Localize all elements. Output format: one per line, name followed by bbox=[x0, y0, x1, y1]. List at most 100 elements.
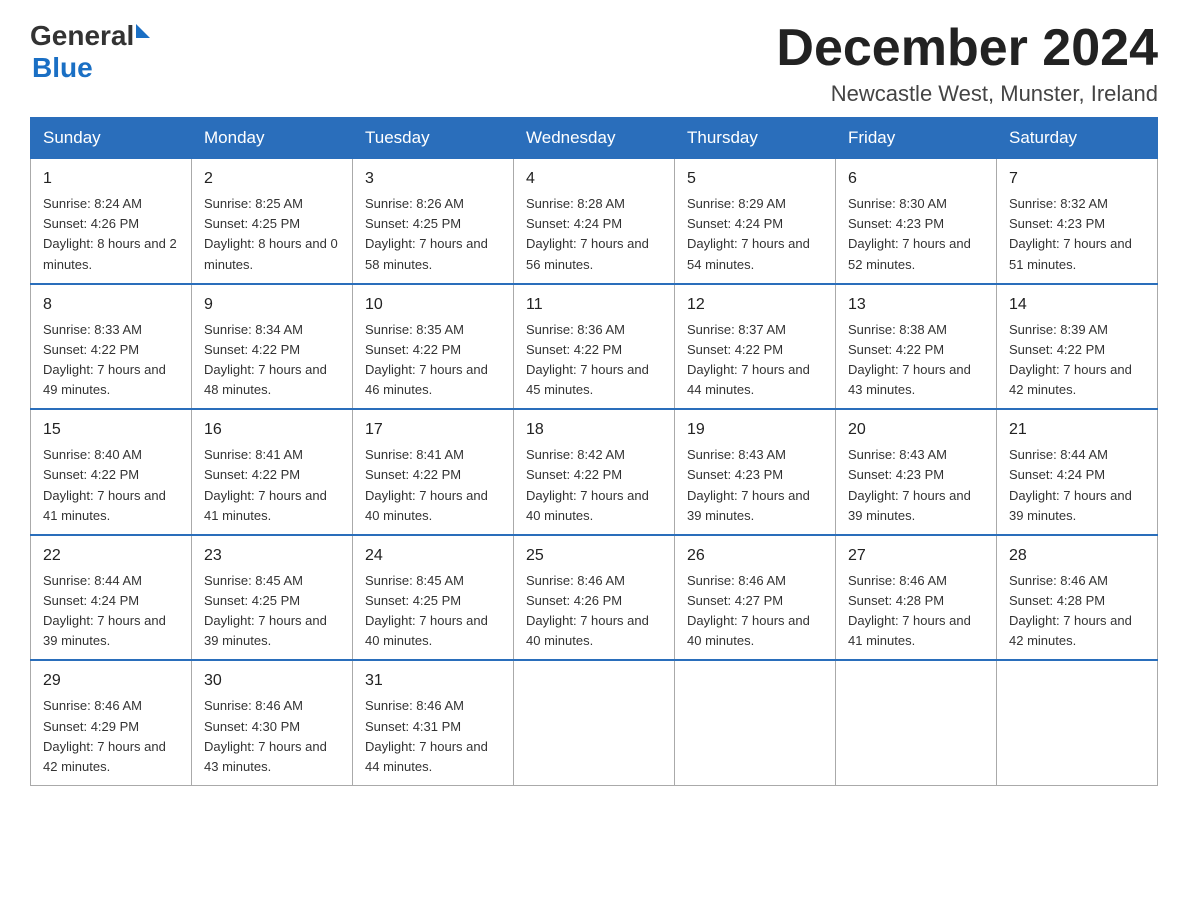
day-info: Sunrise: 8:29 AMSunset: 4:24 PMDaylight:… bbox=[687, 194, 823, 275]
month-title: December 2024 bbox=[776, 20, 1158, 77]
day-number: 1 bbox=[43, 167, 179, 191]
day-info: Sunrise: 8:40 AMSunset: 4:22 PMDaylight:… bbox=[43, 445, 179, 526]
day-number: 18 bbox=[526, 418, 662, 442]
day-info: Sunrise: 8:45 AMSunset: 4:25 PMDaylight:… bbox=[365, 571, 501, 652]
logo: General Blue bbox=[30, 20, 150, 84]
day-number: 8 bbox=[43, 293, 179, 317]
header-friday: Friday bbox=[836, 118, 997, 159]
day-info: Sunrise: 8:45 AMSunset: 4:25 PMDaylight:… bbox=[204, 571, 340, 652]
calendar-table: Sunday Monday Tuesday Wednesday Thursday… bbox=[30, 117, 1158, 786]
day-number: 21 bbox=[1009, 418, 1145, 442]
header-thursday: Thursday bbox=[675, 118, 836, 159]
table-row: 17Sunrise: 8:41 AMSunset: 4:22 PMDayligh… bbox=[353, 409, 514, 535]
table-row bbox=[514, 660, 675, 785]
page-header: General Blue December 2024 Newcastle Wes… bbox=[30, 20, 1158, 107]
day-info: Sunrise: 8:43 AMSunset: 4:23 PMDaylight:… bbox=[687, 445, 823, 526]
day-number: 22 bbox=[43, 544, 179, 568]
table-row: 3 Sunrise: 8:26 AMSunset: 4:25 PMDaylight… bbox=[353, 159, 514, 284]
table-row: 2Sunrise: 8:25 AMSunset: 4:25 PMDaylight… bbox=[192, 159, 353, 284]
header-sunday: Sunday bbox=[31, 118, 192, 159]
table-row: 21 Sunrise: 8:44 AMSunset: 4:24 PMDayligh… bbox=[997, 409, 1158, 535]
day-info: Sunrise: 8:33 AMSunset: 4:22 PMDaylight:… bbox=[43, 320, 179, 401]
table-row: 23Sunrise: 8:45 AMSunset: 4:25 PMDayligh… bbox=[192, 535, 353, 661]
title-section: December 2024 Newcastle West, Munster, I… bbox=[776, 20, 1158, 107]
day-info: Sunrise: 8:30 AMSunset: 4:23 PMDaylight:… bbox=[848, 194, 984, 275]
day-info: Sunrise: 8:46 AMSunset: 4:31 PMDaylight:… bbox=[365, 696, 501, 777]
table-row: 12Sunrise: 8:37 AMSunset: 4:22 PMDayligh… bbox=[675, 284, 836, 410]
table-row: 14Sunrise: 8:39 AMSunset: 4:22 PMDayligh… bbox=[997, 284, 1158, 410]
day-number: 25 bbox=[526, 544, 662, 568]
day-info: Sunrise: 8:44 AMSunset: 4:24 PMDaylight:… bbox=[1009, 445, 1145, 526]
day-info: Sunrise: 8:37 AMSunset: 4:22 PMDaylight:… bbox=[687, 320, 823, 401]
table-row: 30Sunrise: 8:46 AMSunset: 4:30 PMDayligh… bbox=[192, 660, 353, 785]
calendar-week-row: 15 Sunrise: 8:40 AMSunset: 4:22 PMDayligh… bbox=[31, 409, 1158, 535]
table-row: 24 Sunrise: 8:45 AMSunset: 4:25 PMDayligh… bbox=[353, 535, 514, 661]
table-row: 6 Sunrise: 8:30 AMSunset: 4:23 PMDaylight… bbox=[836, 159, 997, 284]
table-row bbox=[997, 660, 1158, 785]
day-number: 26 bbox=[687, 544, 823, 568]
day-number: 9 bbox=[204, 293, 340, 317]
day-info: Sunrise: 8:28 AMSunset: 4:24 PMDaylight:… bbox=[526, 194, 662, 275]
day-info: Sunrise: 8:36 AMSunset: 4:22 PMDaylight:… bbox=[526, 320, 662, 401]
calendar-week-row: 29 Sunrise: 8:46 AMSunset: 4:29 PMDayligh… bbox=[31, 660, 1158, 785]
table-row: 26 Sunrise: 8:46 AMSunset: 4:27 PMDayligh… bbox=[675, 535, 836, 661]
table-row: 31 Sunrise: 8:46 AMSunset: 4:31 PMDayligh… bbox=[353, 660, 514, 785]
day-info: Sunrise: 8:46 AMSunset: 4:27 PMDaylight:… bbox=[687, 571, 823, 652]
table-row: 10 Sunrise: 8:35 AMSunset: 4:22 PMDayligh… bbox=[353, 284, 514, 410]
day-info: Sunrise: 8:46 AMSunset: 4:26 PMDaylight:… bbox=[526, 571, 662, 652]
day-number: 14 bbox=[1009, 293, 1145, 317]
logo-arrow-icon bbox=[136, 24, 150, 38]
day-number: 24 bbox=[365, 544, 501, 568]
table-row: 8 Sunrise: 8:33 AMSunset: 4:22 PMDaylight… bbox=[31, 284, 192, 410]
table-row: 13Sunrise: 8:38 AMSunset: 4:22 PMDayligh… bbox=[836, 284, 997, 410]
logo-general-text: General bbox=[30, 20, 134, 52]
table-row: 15 Sunrise: 8:40 AMSunset: 4:22 PMDayligh… bbox=[31, 409, 192, 535]
day-number: 10 bbox=[365, 293, 501, 317]
header-monday: Monday bbox=[192, 118, 353, 159]
day-number: 4 bbox=[526, 167, 662, 191]
day-number: 30 bbox=[204, 669, 340, 693]
day-number: 7 bbox=[1009, 167, 1145, 191]
day-number: 27 bbox=[848, 544, 984, 568]
table-row: 22 Sunrise: 8:44 AMSunset: 4:24 PMDayligh… bbox=[31, 535, 192, 661]
day-info: Sunrise: 8:35 AMSunset: 4:22 PMDaylight:… bbox=[365, 320, 501, 401]
table-row: 29 Sunrise: 8:46 AMSunset: 4:29 PMDayligh… bbox=[31, 660, 192, 785]
table-row: 19 Sunrise: 8:43 AMSunset: 4:23 PMDayligh… bbox=[675, 409, 836, 535]
day-number: 16 bbox=[204, 418, 340, 442]
table-row: 4 Sunrise: 8:28 AMSunset: 4:24 PMDaylight… bbox=[514, 159, 675, 284]
day-number: 6 bbox=[848, 167, 984, 191]
day-info: Sunrise: 8:41 AMSunset: 4:22 PMDaylight:… bbox=[204, 445, 340, 526]
table-row: 18Sunrise: 8:42 AMSunset: 4:22 PMDayligh… bbox=[514, 409, 675, 535]
day-number: 20 bbox=[848, 418, 984, 442]
day-number: 15 bbox=[43, 418, 179, 442]
calendar-week-row: 22 Sunrise: 8:44 AMSunset: 4:24 PMDayligh… bbox=[31, 535, 1158, 661]
day-info: Sunrise: 8:43 AMSunset: 4:23 PMDaylight:… bbox=[848, 445, 984, 526]
day-info: Sunrise: 8:26 AMSunset: 4:25 PMDaylight:… bbox=[365, 194, 501, 275]
day-info: Sunrise: 8:41 AMSunset: 4:22 PMDaylight:… bbox=[365, 445, 501, 526]
location-subtitle: Newcastle West, Munster, Ireland bbox=[776, 81, 1158, 107]
calendar-week-row: 8 Sunrise: 8:33 AMSunset: 4:22 PMDaylight… bbox=[31, 284, 1158, 410]
table-row: 25 Sunrise: 8:46 AMSunset: 4:26 PMDayligh… bbox=[514, 535, 675, 661]
day-number: 5 bbox=[687, 167, 823, 191]
day-number: 28 bbox=[1009, 544, 1145, 568]
table-row: 5 Sunrise: 8:29 AMSunset: 4:24 PMDaylight… bbox=[675, 159, 836, 284]
day-number: 11 bbox=[526, 293, 662, 317]
day-number: 3 bbox=[365, 167, 501, 191]
table-row bbox=[675, 660, 836, 785]
day-info: Sunrise: 8:38 AMSunset: 4:22 PMDaylight:… bbox=[848, 320, 984, 401]
day-number: 29 bbox=[43, 669, 179, 693]
day-info: Sunrise: 8:34 AMSunset: 4:22 PMDaylight:… bbox=[204, 320, 340, 401]
header-wednesday: Wednesday bbox=[514, 118, 675, 159]
day-info: Sunrise: 8:46 AMSunset: 4:29 PMDaylight:… bbox=[43, 696, 179, 777]
day-number: 19 bbox=[687, 418, 823, 442]
day-info: Sunrise: 8:46 AMSunset: 4:28 PMDaylight:… bbox=[1009, 571, 1145, 652]
header-saturday: Saturday bbox=[997, 118, 1158, 159]
day-info: Sunrise: 8:44 AMSunset: 4:24 PMDaylight:… bbox=[43, 571, 179, 652]
table-row: 16 Sunrise: 8:41 AMSunset: 4:22 PMDayligh… bbox=[192, 409, 353, 535]
day-number: 31 bbox=[365, 669, 501, 693]
table-row: 20 Sunrise: 8:43 AMSunset: 4:23 PMDayligh… bbox=[836, 409, 997, 535]
calendar-week-row: 1Sunrise: 8:24 AMSunset: 4:26 PMDaylight… bbox=[31, 159, 1158, 284]
table-row bbox=[836, 660, 997, 785]
logo-blue-text: Blue bbox=[32, 52, 93, 84]
calendar-header-row: Sunday Monday Tuesday Wednesday Thursday… bbox=[31, 118, 1158, 159]
